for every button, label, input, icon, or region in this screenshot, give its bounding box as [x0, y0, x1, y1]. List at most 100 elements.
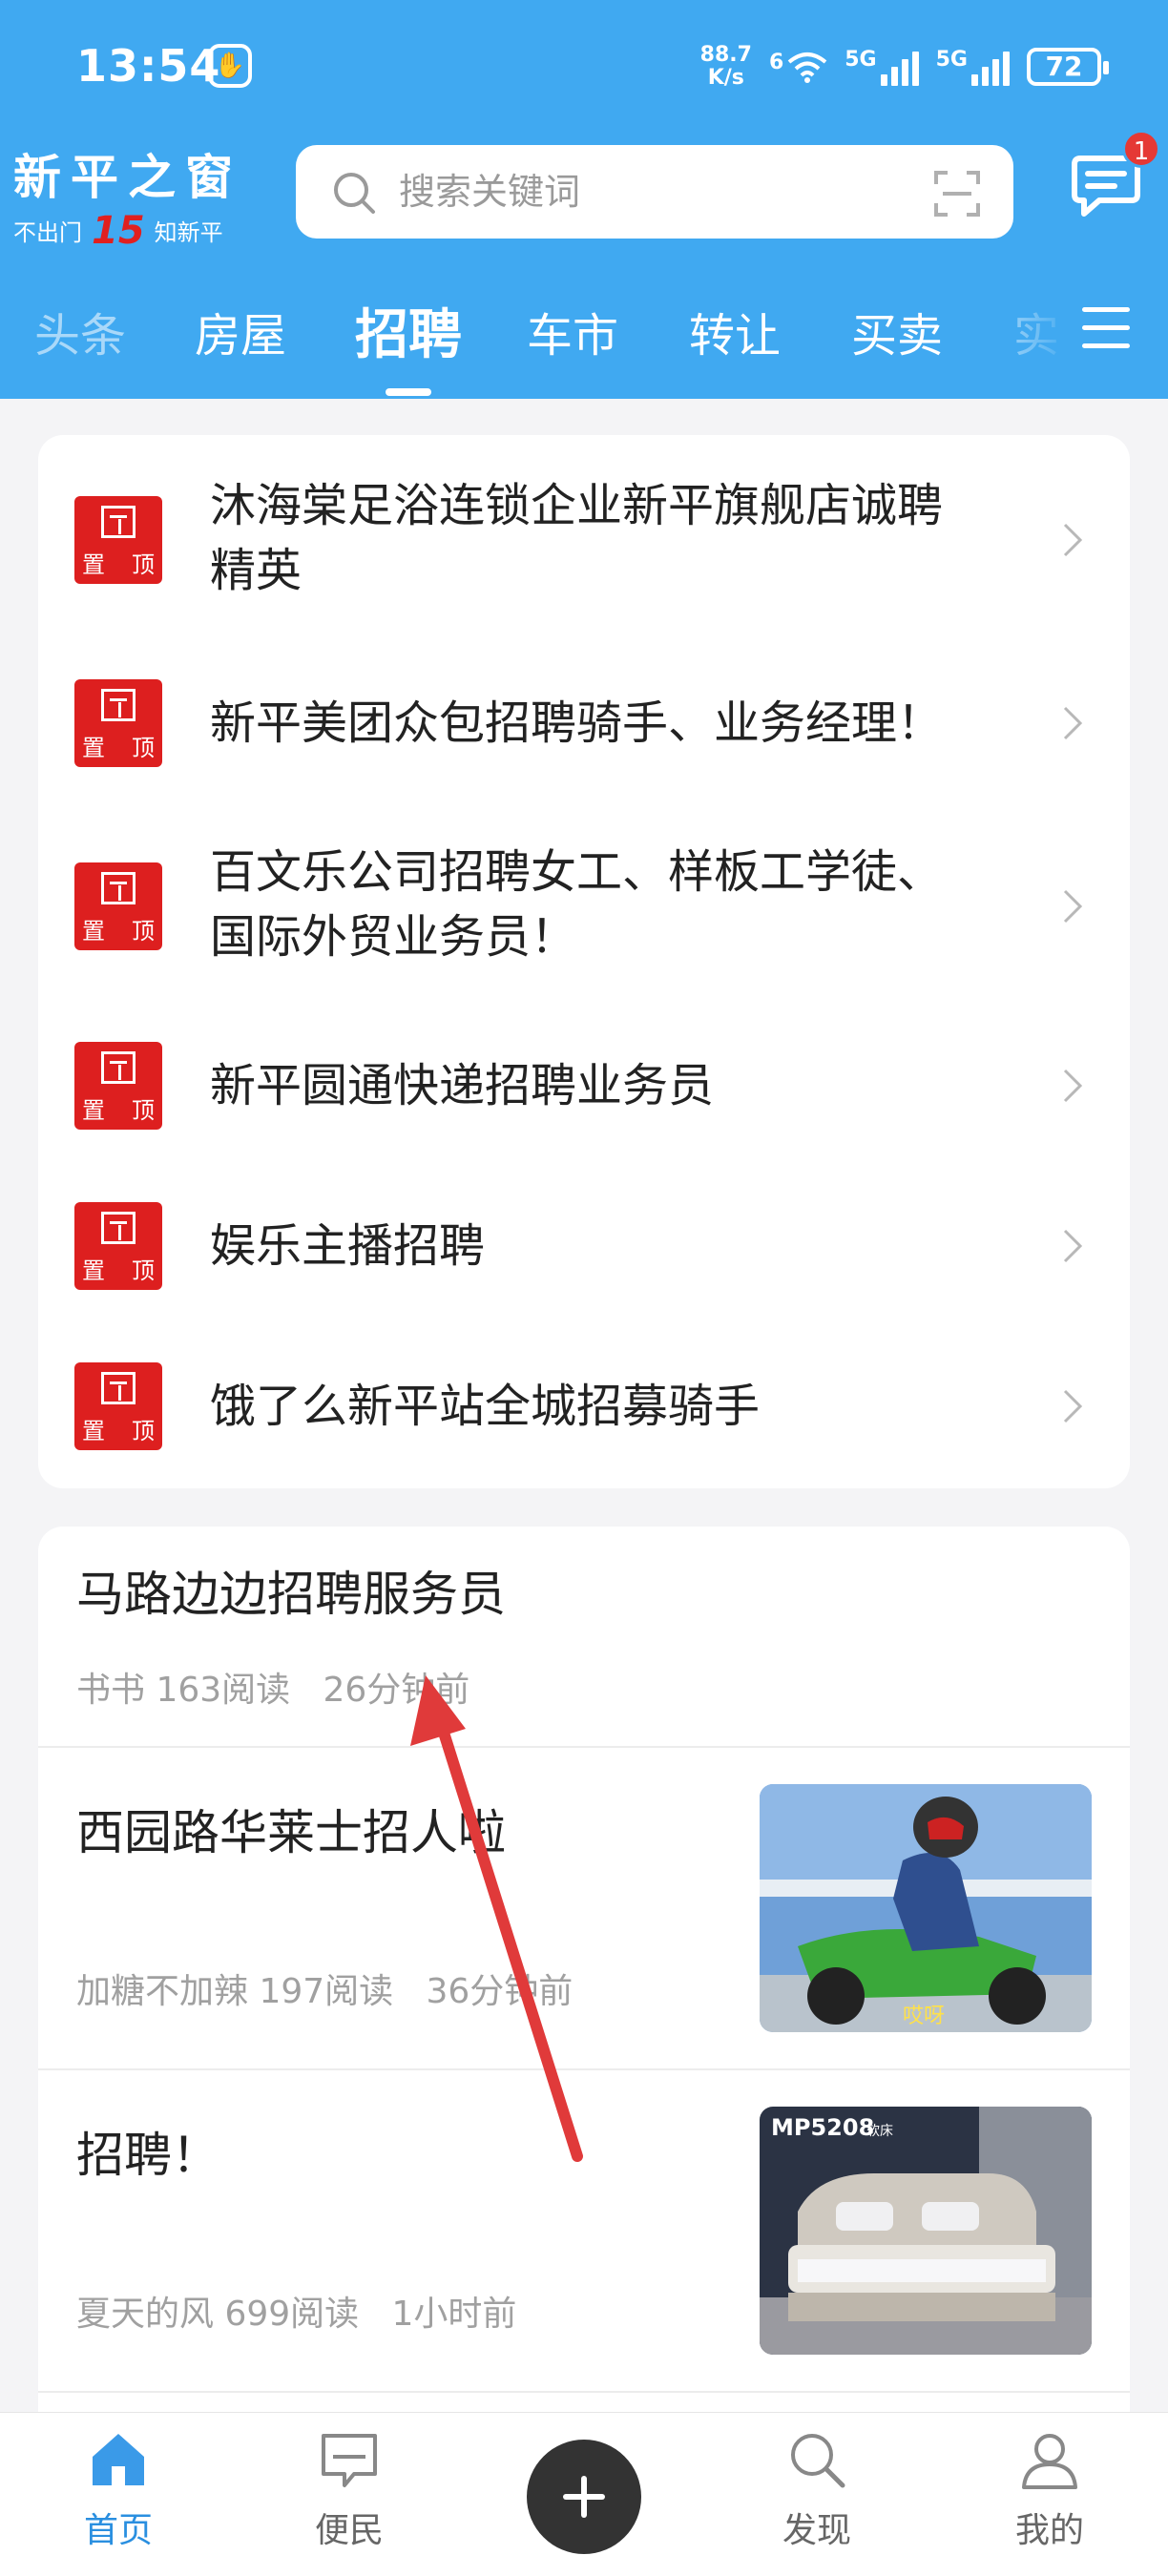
- user-icon: [1022, 2434, 1077, 2489]
- home-icon: [93, 2434, 144, 2485]
- pin-top-icon: 置顶: [74, 1202, 162, 1290]
- logo-slogan: 不出门 15 知新平: [13, 208, 271, 253]
- pinned-title: 饿了么新平站全城招募骑手: [210, 1380, 761, 1433]
- app-header: 13:54 ✋ 88.7 K/s 6 5G 5G 72 新平之窗 不出门 15 …: [0, 0, 1168, 399]
- tabs-fade-overlay: [996, 286, 1073, 391]
- pinned-title-line-1: 百文乐公司招聘女工、样板工学徒、: [210, 845, 944, 899]
- feed-item-title: 西园路华莱士招人啦: [76, 1805, 506, 1860]
- pin-top-icon: 置顶: [74, 1362, 162, 1450]
- battery-icon: 72: [1027, 48, 1109, 86]
- pin-top-icon: 置顶: [74, 1042, 162, 1130]
- feed-item-meta: 加糖不加辣 197阅读 36分钟前: [76, 1972, 574, 2011]
- app-screen: 13:54 ✋ 88.7 K/s 6 5G 5G 72 新平之窗 不出门 15 …: [0, 0, 1168, 2576]
- tab-car-market[interactable]: 车市: [527, 298, 618, 374]
- net-speed-value: 88.7: [699, 43, 752, 67]
- pinned-title: 沐海棠足浴连锁企业新平旗舰店诚聘 精英: [210, 473, 1050, 603]
- logo-title: 新平之窗: [13, 149, 242, 205]
- bottom-navigation: 首页 便民 发现 我的: [0, 2412, 1168, 2576]
- feed-item-meta: 夏天的风 699阅读 1小时前: [76, 2295, 517, 2334]
- bed-photo: MP5208 软床: [760, 2107, 1092, 2355]
- pinned-title-line-1: 沐海棠足浴连锁企业新平旗舰店诚聘: [210, 479, 944, 532]
- category-tabs: 头条 房屋 招聘 车市 转让 买卖 实: [0, 286, 1168, 399]
- motorcycle-photo: 哎呀: [760, 1784, 1092, 2032]
- nav-mine-label: 我的: [1014, 2511, 1084, 2550]
- signal1-label: 5G: [845, 48, 877, 72]
- discover-search-icon: [791, 2434, 845, 2488]
- pinned-item[interactable]: 置顶 新平美团众包招聘骑手、业务经理！: [38, 641, 1130, 803]
- search-input[interactable]: [399, 145, 933, 239]
- tab-recruitment[interactable]: 招聘: [355, 298, 462, 374]
- tab-buy-sell[interactable]: 买卖: [851, 298, 943, 374]
- chevron-right-icon: [1063, 889, 1083, 924]
- search-bar[interactable]: [296, 145, 1013, 239]
- status-bar: 13:54 ✋ 88.7 K/s 6 5G 5G 72: [0, 0, 1168, 134]
- pinned-title: 新平美团众包招聘骑手、业务经理！: [210, 696, 944, 750]
- feed-item-title: 招聘！: [76, 2128, 219, 2183]
- gesture-icon: ✋: [208, 44, 252, 88]
- pin-badge-char-1: 置: [82, 1418, 105, 1444]
- pin-badge-char-1: 置: [82, 551, 105, 578]
- chevron-right-icon: [1063, 1229, 1083, 1263]
- logo-anniversary: 15: [92, 208, 145, 253]
- pin-badge-char-2: 顶: [132, 551, 155, 578]
- signal-icon-1: 5G: [845, 48, 919, 86]
- thumb-caption: MP5208: [771, 2114, 874, 2141]
- pin-top-icon: 置顶: [74, 496, 162, 584]
- feed-thumbnail-motorcycle[interactable]: 哎呀: [760, 1784, 1092, 2032]
- logo-slogan-right: 知新平: [154, 219, 223, 246]
- add-post-button[interactable]: [527, 2440, 641, 2554]
- chevron-right-icon: [1063, 1069, 1083, 1103]
- divider: [38, 2391, 1130, 2393]
- pinned-item[interactable]: 置顶 百文乐公司招聘女工、样板工学徒、 国际外贸业务员！: [38, 824, 1130, 987]
- pin-badge-char-1: 置: [82, 1257, 105, 1284]
- pin-badge-char-2: 顶: [132, 918, 155, 945]
- pin-top-icon: 置顶: [74, 679, 162, 767]
- nav-mine[interactable]: 我的: [973, 2426, 1126, 2569]
- feed-item[interactable]: 马路边边招聘服务员 书书 163阅读 26分钟前: [38, 1527, 1130, 1746]
- status-right: 88.7 K/s 6 5G 5G 72: [700, 38, 1109, 95]
- feed-item-title: 马路边边招聘服务员: [76, 1567, 506, 1622]
- nav-convenience[interactable]: 便民: [273, 2426, 426, 2569]
- nav-home[interactable]: 首页: [42, 2426, 195, 2569]
- pin-badge-char-2: 顶: [132, 1418, 155, 1444]
- feed-thumbnail-bed[interactable]: MP5208 软床: [760, 2107, 1092, 2355]
- tab-housing[interactable]: 房屋: [195, 298, 286, 374]
- pin-badge-char-2: 顶: [132, 735, 155, 761]
- wifi-label: 6: [768, 51, 784, 74]
- active-tab-indicator: [386, 388, 431, 396]
- status-time: 13:54: [76, 40, 221, 92]
- signal-bars-1: [880, 48, 919, 86]
- pinned-item[interactable]: 置顶 沐海棠足浴连锁企业新平旗舰店诚聘 精英: [38, 458, 1130, 620]
- tab-transfer[interactable]: 转让: [689, 298, 781, 374]
- pin-badge-char-1: 置: [82, 918, 105, 945]
- chevron-right-icon: [1063, 1389, 1083, 1423]
- thumb-subcaption: 软床: [866, 2124, 893, 2139]
- search-icon: [334, 173, 375, 214]
- tab-headlines[interactable]: 头条: [34, 298, 126, 374]
- pinned-item[interactable]: 置顶 新平圆通快递招聘业务员: [38, 1008, 1130, 1170]
- feed-item[interactable]: 招聘！ 夏天的风 699阅读 1小时前 MP5208 软床: [38, 2070, 1130, 2391]
- nav-home-label: 首页: [83, 2511, 153, 2550]
- feed-item-meta: 书书 163阅读 26分钟前: [76, 1671, 470, 1710]
- nav-discover[interactable]: 发现: [740, 2426, 893, 2569]
- chevron-right-icon: [1063, 706, 1083, 740]
- feed-item[interactable]: 西园路华莱士招人啦 加糖不加辣 197阅读 36分钟前 哎呀: [38, 1748, 1130, 2068]
- chevron-right-icon: [1063, 523, 1083, 557]
- pinned-title: 娱乐主播招聘: [210, 1219, 486, 1273]
- pin-badge-char-1: 置: [82, 735, 105, 761]
- pinned-item[interactable]: 置顶 娱乐主播招聘: [38, 1168, 1130, 1330]
- signal2-label: 5G: [935, 48, 968, 72]
- pinned-jobs-card: 置顶 沐海棠足浴连锁企业新平旗舰店诚聘 精英 置顶 新平美团众包招聘骑手、业务经…: [38, 435, 1130, 1488]
- pin-badge-char-1: 置: [82, 1097, 105, 1124]
- net-speed: 88.7 K/s: [700, 44, 752, 90]
- pinned-title: 新平圆通快递招聘业务员: [210, 1059, 715, 1112]
- scan-icon[interactable]: [933, 170, 981, 218]
- net-speed-unit: K/s: [707, 66, 744, 90]
- pin-badge-char-2: 顶: [132, 1097, 155, 1124]
- pinned-item[interactable]: 置顶 饿了么新平站全城招募骑手: [38, 1328, 1130, 1490]
- app-logo: 新平之窗 不出门 15 知新平: [13, 139, 271, 253]
- pinned-title: 百文乐公司招聘女工、样板工学徒、 国际外贸业务员！: [210, 840, 1050, 969]
- logo-slogan-left: 不出门: [13, 219, 82, 246]
- menu-icon[interactable]: [1082, 307, 1130, 349]
- message-badge: 1: [1122, 130, 1160, 168]
